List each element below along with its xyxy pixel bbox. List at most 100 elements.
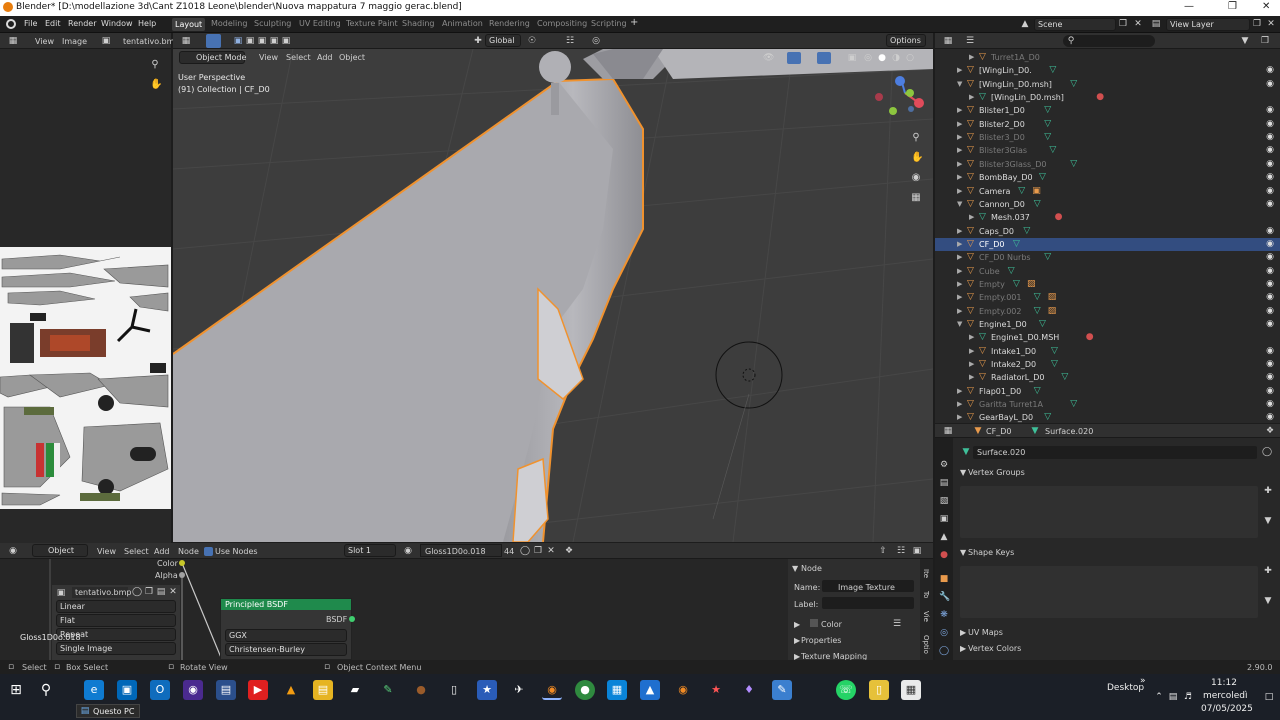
object-tab-icon[interactable]: ■ xyxy=(939,574,949,584)
color-panel-header[interactable]: Color xyxy=(821,620,842,629)
hand-pan-icon[interactable]: ✋ xyxy=(150,80,162,90)
visibility-eye-icon[interactable]: ◉ xyxy=(1266,225,1274,238)
outliner-row[interactable]: ▶ ▽ Blister1_D0 ▽ ◉ xyxy=(935,104,1280,117)
visibility-eye-icon[interactable]: ◉ xyxy=(1266,411,1274,424)
blender-alt-icon[interactable]: ◉ xyxy=(673,680,693,700)
color-checkbox[interactable] xyxy=(810,619,818,627)
visibility-eye-icon[interactable]: ◉ xyxy=(1266,345,1274,358)
expand-arrow-icon[interactable]: ▶ xyxy=(969,51,974,64)
app-icon-8[interactable]: ★ xyxy=(706,680,726,700)
tab-scripting[interactable]: Scripting xyxy=(591,19,627,28)
expand-arrow-icon[interactable]: ▼ xyxy=(957,318,962,331)
proportional-editing-icon[interactable]: ◎ xyxy=(591,36,601,46)
properties-panel-header[interactable]: Properties xyxy=(801,636,841,645)
outliner-row[interactable]: ▶ ▽ CF_D0 Nurbs ▽ ◉ xyxy=(935,251,1280,264)
tab-texture-paint[interactable]: Texture Paint xyxy=(346,19,398,28)
image-empty-icon[interactable]: ▨ xyxy=(1048,291,1057,304)
maximize-button[interactable]: ❐ xyxy=(1228,1,1237,12)
mesh-data-icon[interactable]: ▽ xyxy=(1034,305,1041,318)
visibility-eye-icon[interactable]: ◉ xyxy=(1266,238,1274,251)
constraints-tab-icon[interactable]: ◯ xyxy=(939,646,949,656)
outliner-row[interactable]: ▼ ▽ [WingLin_D0.msh] ▽ ◉ xyxy=(935,78,1280,91)
expand-arrow-icon[interactable]: ▶ xyxy=(969,345,974,358)
menu-edit[interactable]: Edit xyxy=(45,19,61,28)
xray-icon[interactable]: ▣ xyxy=(847,53,857,63)
outliner-row[interactable]: ▼ ▽ Engine1_D0 ▽ ◉ xyxy=(935,318,1280,331)
outliner[interactable]: ▦ ☰ ⚲ ▼ ❐ ▶ ▽ Turret1A_D0 ▶ ▽ [WingLin_D0. ▽ ◉ ▼… xyxy=(935,33,1280,423)
image-editor[interactable]: ▦ View Image ▣ tentativo.bmp ⚲ ✋ xyxy=(0,33,180,543)
expand-arrow-icon[interactable]: ▶ xyxy=(957,131,962,144)
viewport-menu-object[interactable]: Object xyxy=(339,53,365,62)
gizmo-toggle-icon[interactable] xyxy=(787,52,801,64)
visibility-eye-icon[interactable]: ◉ xyxy=(1266,171,1274,184)
visibility-eye-icon[interactable]: ◉ xyxy=(1266,305,1274,318)
properties-editor[interactable]: ▦ ▼ CF_D0 ▼ Surface.020 ❖ ⚙ ▤ ▧ ▣ ▲ ● ■ … xyxy=(935,424,1280,660)
mesh-data-icon[interactable]: ▽ xyxy=(1023,225,1030,238)
outliner-row[interactable]: ▶ ▽ [WingLin_D0.msh] ● xyxy=(935,91,1280,104)
file-explorer-icon[interactable]: ▤ xyxy=(313,680,333,700)
outliner-row[interactable]: ▶ ▽ CF_D0 ▽ ◉ xyxy=(935,237,1280,251)
app-icon-3[interactable]: ● xyxy=(411,680,431,700)
outliner-row[interactable]: ▶ ▽ Empty.002 ▽ ▨ ◉ xyxy=(935,305,1280,318)
node-menu-view[interactable]: View xyxy=(97,547,116,556)
tab-view[interactable]: Vie xyxy=(922,611,930,622)
source-selector[interactable]: Single Image xyxy=(56,642,176,655)
mesh-data-icon[interactable]: ▽ xyxy=(1013,238,1020,251)
tab-layout[interactable]: Layout xyxy=(172,18,206,31)
expand-arrow-icon[interactable]: ▶ xyxy=(957,185,962,198)
options-dropdown[interactable]: Options xyxy=(886,34,926,47)
mesh-data-icon[interactable]: ▽ xyxy=(1018,185,1025,198)
fake-user-icon[interactable]: ◯ xyxy=(520,546,530,556)
outlook-icon[interactable]: O xyxy=(150,680,170,700)
menu-image[interactable]: Image xyxy=(62,37,87,46)
visibility-eye-icon[interactable]: ◉ xyxy=(1266,64,1274,77)
mesh-data-icon[interactable]: ▽ xyxy=(1044,118,1051,131)
store-icon[interactable]: ▣ xyxy=(117,680,137,700)
edge-icon[interactable]: e xyxy=(84,680,104,700)
expand-arrow-icon[interactable]: ▶ xyxy=(957,265,962,278)
ortho-toggle-icon[interactable]: ▦ xyxy=(911,193,921,203)
mesh-data-icon[interactable]: ▽ xyxy=(1008,265,1015,278)
expand-arrow-icon[interactable]: ▶ xyxy=(957,251,962,264)
app-icon-5[interactable]: ✈ xyxy=(509,680,529,700)
pin-icon[interactable]: ❖ xyxy=(564,546,574,556)
open-image-icon[interactable]: ▤ xyxy=(156,587,166,597)
menu-render[interactable]: Render xyxy=(68,19,96,28)
projection-selector[interactable]: Flat xyxy=(56,614,176,627)
document-icon[interactable]: ▯ xyxy=(444,680,464,700)
notifications-icon[interactable]: □ xyxy=(1264,692,1274,702)
node-panel-arrow[interactable]: ▼ xyxy=(792,564,798,573)
visibility-eye-icon[interactable]: ◉ xyxy=(1266,131,1274,144)
outliner-search-input[interactable] xyxy=(1063,35,1155,47)
mesh-data-icon[interactable]: ▽ xyxy=(1013,278,1020,291)
vertex-groups-arrow[interactable]: ▼ xyxy=(960,468,966,477)
tab-shading[interactable]: Shading xyxy=(402,19,435,28)
parent-node-tree-icon[interactable]: ⇧ xyxy=(878,546,888,556)
subsurface-method-selector[interactable]: Christensen-Burley xyxy=(225,643,347,656)
node-label-input[interactable] xyxy=(822,597,914,609)
outliner-row[interactable]: ▶ ▽ Caps_D0 ▽ ◉ xyxy=(935,225,1280,238)
expand-arrow-icon[interactable]: ▶ xyxy=(957,278,962,291)
expand-arrow-icon[interactable]: ▶ xyxy=(969,371,974,384)
vertex-groups-header[interactable]: Vertex Groups xyxy=(968,468,1025,477)
visibility-eye-icon[interactable]: ◉ xyxy=(1266,371,1274,384)
app-icon-9[interactable]: ♦ xyxy=(739,680,759,700)
select-invert-icon[interactable]: ▣ xyxy=(281,36,291,46)
visibility-icon[interactable]: 👁 xyxy=(763,53,774,63)
tab-item[interactable]: Ite xyxy=(922,569,930,578)
color-panel-arrow[interactable]: ▶ xyxy=(794,620,800,629)
pin-icon[interactable]: ❖ xyxy=(1265,426,1275,436)
image-name[interactable]: tentativo.bmp xyxy=(123,37,180,46)
pivot-point-icon[interactable]: ☉ xyxy=(527,36,537,46)
minimize-button[interactable]: — xyxy=(1184,1,1194,12)
outliner-row[interactable]: ▶ ▽ BombBay_D0 ▽ ◉ xyxy=(935,171,1280,184)
physics-tab-icon[interactable]: ◎ xyxy=(939,628,949,638)
chrome-icon[interactable]: ● xyxy=(575,680,595,700)
visibility-eye-icon[interactable]: ◉ xyxy=(1266,198,1274,211)
outliner-row[interactable]: ▶ ▽ Empty.001 ▽ ▨ ◉ xyxy=(935,291,1280,304)
show-hidden-icons[interactable]: ⌃ xyxy=(1154,692,1164,702)
add-vertex-group-icon[interactable]: ✚ xyxy=(1263,486,1273,496)
zoom-icon[interactable]: ⚲ xyxy=(150,60,160,70)
add-workspace-button[interactable]: + xyxy=(630,17,638,28)
outliner-row[interactable]: ▶ ▽ Flap01_D0 ▽ ◉ xyxy=(935,385,1280,398)
